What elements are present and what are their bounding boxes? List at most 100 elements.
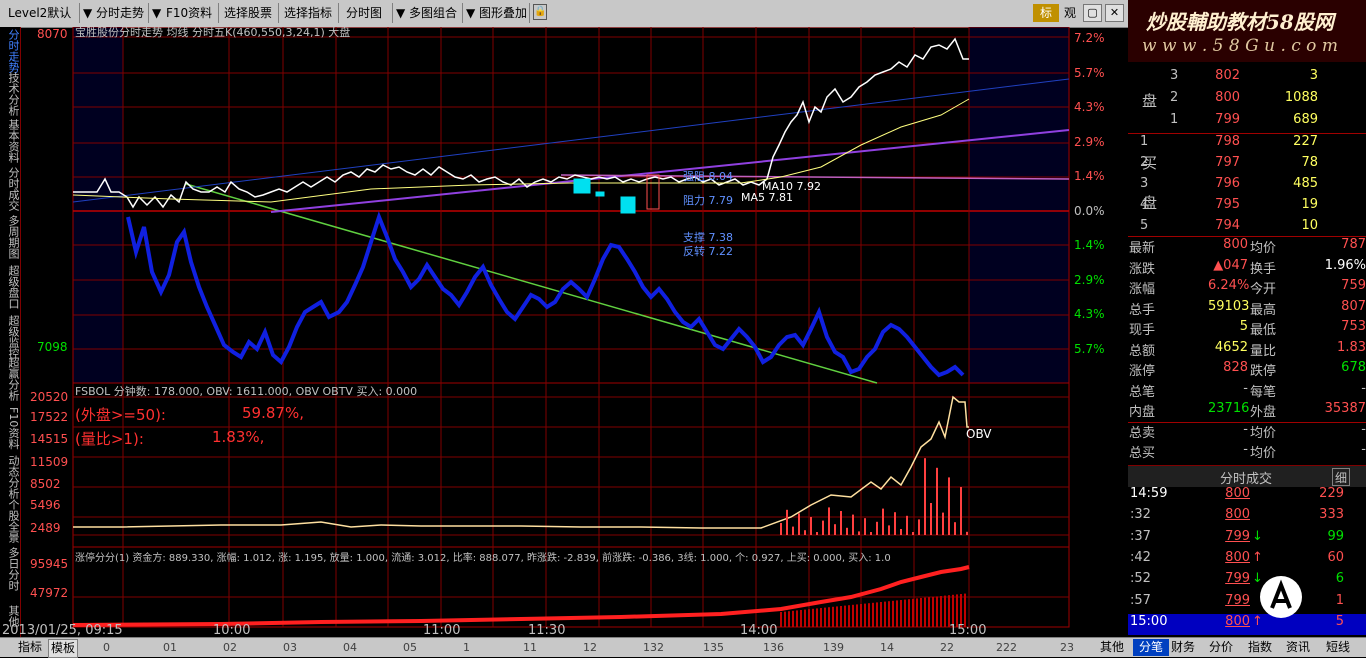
trade-price: 800	[1225, 486, 1250, 501]
x-time-label: 14:00	[740, 623, 778, 638]
left-tab[interactable]: 超级盘口	[1, 265, 20, 309]
bottom-tab[interactable]: 资讯	[1286, 639, 1310, 656]
dropdown-icon[interactable]: ▼	[83, 4, 92, 22]
resist-strong-label: 强阻 8.04	[683, 170, 733, 183]
left-tab[interactable]: 超级监控	[1, 315, 20, 359]
scale-tick-label: 23	[1060, 641, 1074, 654]
stat-value: 800	[1223, 237, 1248, 252]
stat-value: 807	[1341, 298, 1366, 314]
bottom-bar: 指标 模板 0 01 02 03 04 05 1 11 12 132 135 136 139 14 22 22…	[0, 637, 1366, 658]
bottom-tab[interactable]: 分价	[1209, 639, 1233, 656]
left-tab[interactable]: 多周期图	[1, 215, 20, 259]
volume-ratio-label: (量比>1):	[75, 430, 144, 448]
mark-button[interactable]: 标	[1033, 4, 1059, 22]
trade-time: :57	[1130, 592, 1151, 608]
stat-label: 今开	[1250, 282, 1277, 297]
bid-price: 797	[1215, 155, 1240, 170]
trades-header-bar[interactable]: 分时成交 细	[1128, 465, 1366, 487]
left-tab[interactable]: 分时成交	[1, 167, 20, 211]
bottom-tab[interactable]: 分笔	[1133, 639, 1170, 656]
x-time-label: 11:00	[423, 623, 461, 638]
left-tab[interactable]: 多日分时	[1, 547, 20, 591]
stat-label: 每笔	[1250, 384, 1277, 400]
toolbar-level2[interactable]: Level2默认	[8, 4, 71, 22]
view-button[interactable]: 观	[1064, 4, 1076, 22]
ask-price: 802	[1215, 68, 1240, 83]
pct-label: 2.9%	[1074, 135, 1105, 149]
trend-line	[72, 78, 1070, 203]
tab-template[interactable]: 模板	[48, 639, 79, 658]
left-tab[interactable]: 基本资料	[1, 119, 20, 163]
stat-value: -	[1243, 442, 1248, 457]
stat-value: 828	[1223, 360, 1248, 375]
stat-label: 总手	[1129, 302, 1156, 318]
dropdown-icon[interactable]: ▼	[396, 4, 405, 22]
trade-row: :52 799 6 ↓	[1128, 571, 1366, 592]
stat-row: 最新 800 均价 787	[1128, 237, 1366, 258]
trade-price: 799	[1225, 571, 1250, 587]
obv-line	[73, 395, 969, 529]
lock-icon[interactable]: 🔒	[533, 4, 547, 20]
bid-price: 798	[1215, 134, 1240, 149]
trend-line	[270, 129, 1070, 213]
left-tab[interactable]: 分时走势	[1, 29, 20, 73]
toolbar-f10[interactable]: F10资料	[166, 4, 212, 22]
bid-row[interactable]: 1 798 227	[1128, 134, 1366, 155]
stat-row: 涨跌 ▲047 换手 1.96%	[1128, 258, 1366, 279]
brand-url: w w w . 5 8 G u . c o m	[1142, 36, 1338, 56]
scale-tick-label: 135	[703, 641, 724, 654]
dropdown-icon[interactable]: ▼	[466, 4, 475, 22]
toolbar-select-indicator[interactable]: 选择指标	[284, 4, 332, 22]
ask-row[interactable]: 3 802 3	[1128, 68, 1366, 89]
x-time-label: 15:00	[949, 623, 987, 638]
obv-y-label: 2489	[30, 521, 61, 535]
trades-header: 分时成交	[1220, 472, 1273, 487]
trade-row: :32 800 333	[1128, 507, 1366, 528]
toolbar-overlay[interactable]: 图形叠加	[479, 4, 527, 22]
left-tab[interactable]: 超赢分析	[1, 357, 20, 401]
scale-tick-label: 136	[763, 641, 784, 654]
obv-y-label: 17522	[30, 410, 69, 424]
trades-detail-toggle[interactable]: 细	[1332, 468, 1350, 486]
bid-row[interactable]: 2 797 78	[1128, 155, 1366, 176]
trade-price: 800	[1225, 507, 1250, 523]
ask-row[interactable]: 1 799 689	[1128, 112, 1366, 133]
stat-label: 总笔	[1129, 384, 1156, 400]
dropdown-icon[interactable]: ▼	[152, 4, 161, 22]
ask-volume: 3	[1309, 68, 1318, 83]
close-window-icon[interactable]: ✕	[1105, 4, 1124, 22]
stat-value: 787	[1341, 237, 1366, 252]
left-tab[interactable]: 动态分析	[1, 455, 20, 499]
bid-row[interactable]: 3 796 485	[1128, 176, 1366, 197]
stat-row: 涨幅 6.24% 今开 759	[1128, 278, 1366, 299]
tab-indicator[interactable]: 指标	[18, 639, 42, 656]
bottom-tab[interactable]: 指数	[1248, 639, 1272, 656]
toolbar-timeshare[interactable]: 分时走势	[96, 4, 144, 22]
toolbar-timechart[interactable]: 分时图	[346, 4, 382, 22]
intraday-chart[interactable]	[21, 27, 1128, 637]
trade-volume: 1	[1335, 592, 1344, 608]
stat-label: 总额	[1129, 343, 1156, 359]
ask-row[interactable]: 2 800 1088	[1128, 90, 1366, 111]
stat-value: -	[1243, 421, 1248, 437]
scale-tick-label: 1	[463, 641, 470, 654]
trade-row: :37 799 99 ↓	[1128, 529, 1366, 550]
left-tab[interactable]: 技术分析	[1, 72, 20, 116]
left-tab[interactable]: 个股全景	[1, 499, 20, 543]
bid-row[interactable]: 4 795 19	[1128, 197, 1366, 218]
bid-price: 796	[1215, 176, 1240, 191]
bottom-tab[interactable]: 短线	[1326, 639, 1350, 656]
scale-tick-label: 05	[403, 641, 417, 654]
ask-level: 2	[1170, 90, 1179, 105]
restore-window-icon[interactable]: ▢	[1083, 4, 1102, 22]
left-tab[interactable]: F10资料	[1, 407, 20, 449]
toolbar-select-stock[interactable]: 选择股票	[224, 4, 272, 22]
stat-value: 35387	[1324, 401, 1366, 416]
toolbar-multi[interactable]: 多图组合	[409, 4, 457, 22]
bottom-tab[interactable]: 其他	[1100, 639, 1124, 656]
bottom-tab[interactable]: 财务	[1171, 639, 1195, 656]
outer-ratio-value: 59.87%,	[242, 404, 304, 422]
chart-title: 宝胜股份分时走势 均线 分时五K(460,550,3,24,1) 大盘	[75, 26, 351, 39]
trade-time: :42	[1130, 549, 1151, 565]
bid-volume: 227	[1293, 134, 1318, 149]
